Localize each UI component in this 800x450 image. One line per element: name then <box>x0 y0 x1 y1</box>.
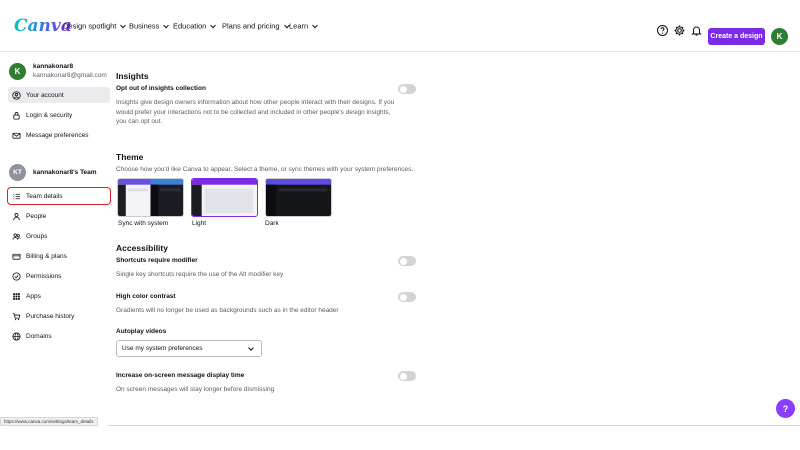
nav-label: Design spotlight <box>63 21 117 31</box>
card-icon <box>11 251 21 261</box>
sidebar-item-label: Groups <box>26 232 48 240</box>
list-icon <box>11 191 21 201</box>
autoplay-videos-label: Autoplay videos <box>116 328 167 335</box>
sidebar-item-permissions[interactable]: Permissions <box>8 268 110 284</box>
account-email: kannakonar8@gmail.com <box>33 72 107 79</box>
theme-label-light: Light <box>192 220 207 227</box>
insights-description-line-2: would prefer your interactions not to be… <box>116 108 391 116</box>
chevron-down-icon <box>248 345 254 351</box>
sidebar-item-people[interactable]: People <box>8 208 110 224</box>
nav-learn[interactable]: Learn <box>289 21 319 31</box>
sidebar-item-your-account[interactable]: Your account <box>8 87 110 103</box>
shortcuts-modifier-description: Single key shortcuts require the use of … <box>116 271 284 278</box>
user-circle-icon <box>11 90 21 100</box>
top-header: Canva Design spotlight Business Educatio… <box>0 0 800 52</box>
shortcuts-modifier-label: Shortcuts require modifier <box>116 257 198 264</box>
nav-design-spotlight[interactable]: Design spotlight <box>63 21 127 31</box>
high-contrast-toggle[interactable] <box>398 292 416 302</box>
display-time-description: On screen messages will stay longer befo… <box>116 386 275 393</box>
help-circle-icon[interactable] <box>656 24 669 37</box>
nav-label: Learn <box>289 21 309 31</box>
sidebar-item-groups[interactable]: Groups <box>8 228 110 244</box>
theme-preview-light <box>192 179 257 216</box>
sidebar-item-label: Login & security <box>26 111 73 119</box>
nav-label: Plans and pricing <box>222 21 280 31</box>
chevron-down-icon <box>210 22 217 28</box>
opt-out-insights-label: Opt out of insights collection <box>116 85 206 92</box>
display-time-toggle[interactable] <box>398 371 416 381</box>
theme-option-dark[interactable] <box>265 178 332 217</box>
help-button[interactable]: ? <box>776 399 795 418</box>
chevron-down-icon <box>120 22 127 28</box>
account-name: kannakonar8 <box>33 63 74 70</box>
sidebar-item-login-security[interactable]: Login & security <box>8 107 110 123</box>
nav-education[interactable]: Education <box>173 21 217 31</box>
theme-preview-sync <box>118 179 183 216</box>
sidebar-item-message-preferences[interactable]: Message preferences <box>8 127 110 143</box>
team-avatar: KT <box>9 164 26 181</box>
sidebar-item-label: Purchase history <box>26 312 75 320</box>
theme-label-sync: Sync with system <box>118 220 169 227</box>
sidebar-item-label: Message preferences <box>26 131 89 139</box>
insights-description-line-3: you can opt out. <box>116 118 163 125</box>
create-design-button[interactable]: Create a design <box>708 28 765 45</box>
avatar[interactable]: K <box>771 28 788 45</box>
bell-icon[interactable] <box>690 24 703 37</box>
sidebar-item-apps[interactable]: Apps <box>8 288 110 304</box>
lock-icon <box>11 110 21 120</box>
divider <box>108 425 800 426</box>
sidebar-item-label: Apps <box>26 292 41 300</box>
high-contrast-label: High color contrast <box>116 293 176 300</box>
autoplay-selected-value: Use my system preferences <box>122 345 203 352</box>
display-time-label: Increase on-screen message display time <box>116 372 245 379</box>
chevron-down-icon <box>312 22 319 28</box>
theme-label-dark: Dark <box>265 220 279 227</box>
grid-icon <box>11 291 21 301</box>
opt-out-insights-toggle[interactable] <box>398 84 416 94</box>
theme-option-sync[interactable] <box>117 178 184 217</box>
nav-label: Business <box>129 21 160 31</box>
nav-business[interactable]: Business <box>129 21 170 31</box>
insights-description-line-1: Insights give design owners information … <box>116 99 395 106</box>
section-title-insights: Insights <box>116 71 149 81</box>
high-contrast-description: Gradients will no longer be used as back… <box>116 307 339 314</box>
check-circle-icon <box>11 271 21 281</box>
account-avatar: K <box>9 63 26 80</box>
nav-plans-pricing[interactable]: Plans and pricing <box>222 21 290 31</box>
globe-icon <box>11 331 21 341</box>
autoplay-videos-select[interactable]: Use my system preferences <box>116 340 262 357</box>
sidebar-item-billing-plans[interactable]: Billing & plans <box>8 248 110 264</box>
cart-icon <box>11 311 21 321</box>
nav-label: Education <box>173 21 207 31</box>
section-title-accessibility: Accessibility <box>116 243 168 253</box>
shortcuts-modifier-toggle[interactable] <box>398 256 416 266</box>
status-bar-url: https://www.canva.com/settings/team_deta… <box>0 417 98 426</box>
people-icon <box>11 231 21 241</box>
sidebar-item-label: Your account <box>26 91 64 99</box>
sidebar-item-label: People <box>26 212 47 220</box>
theme-description: Choose how you'd like Canva to appear. S… <box>116 166 414 173</box>
team-name: kannakonar8's Team <box>33 169 97 176</box>
theme-preview-dark <box>266 179 331 216</box>
sidebar-item-label: Domains <box>26 332 52 340</box>
sidebar-item-label: Billing & plans <box>26 252 67 260</box>
section-title-theme: Theme <box>116 152 144 162</box>
sidebar-item-purchase-history[interactable]: Purchase history <box>8 308 110 324</box>
sidebar-item-domains[interactable]: Domains <box>8 328 110 344</box>
sidebar-item-label: Team details <box>26 192 63 200</box>
gear-icon[interactable] <box>673 24 686 37</box>
theme-option-light[interactable] <box>191 178 258 217</box>
sidebar-item-label: Permissions <box>26 272 62 280</box>
chevron-down-icon <box>163 22 170 28</box>
envelope-icon <box>11 130 21 140</box>
person-icon <box>11 211 21 221</box>
sidebar-item-team-details[interactable]: Team details <box>7 187 111 205</box>
